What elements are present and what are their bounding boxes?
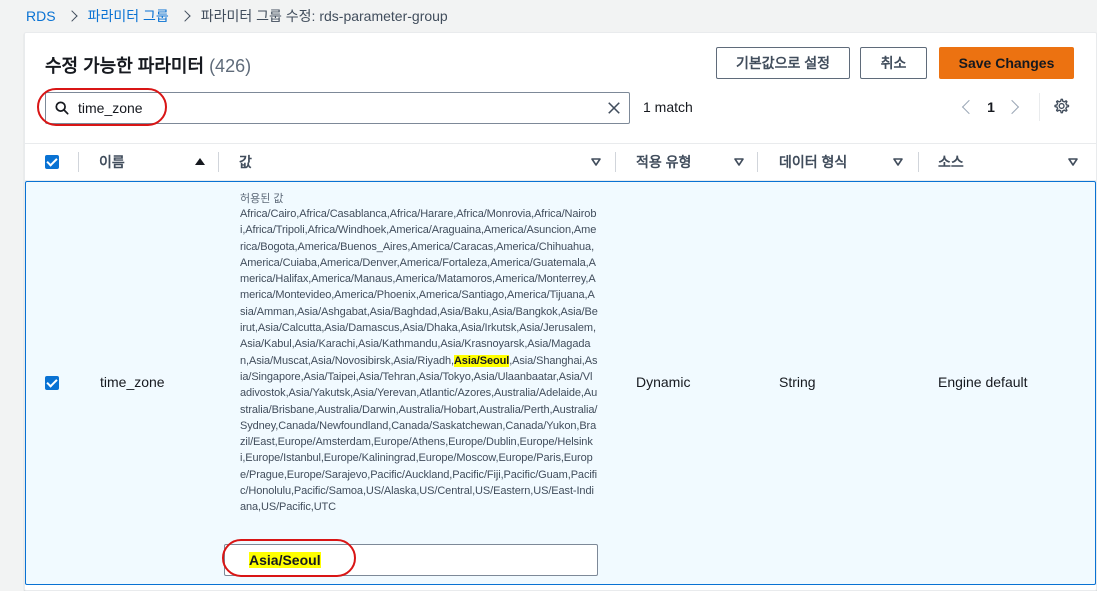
column-header-label: 적용 유형 [636,154,692,170]
allowed-values-text: ,Asia/Shanghai,Asia/Singapore,Asia/Taipe… [240,354,598,514]
parameters-panel: 수정 가능한 파라미터 (426) 기본값으로 설정 취소 Save Chang… [24,32,1097,591]
allowed-values-list: Africa/Cairo,Africa/Casablanca,Africa/Ha… [240,206,598,516]
apply-type: Dynamic [636,374,691,390]
chevron-left-icon[interactable] [957,95,977,119]
data-type: String [779,374,816,390]
chevron-right-icon [68,6,76,26]
select-all-checkbox[interactable] [45,155,59,169]
table-header: 이름 값 적용 유형 데이터 형식 소스 [25,143,1096,181]
column-header-label: 소스 [938,154,964,170]
allowed-value-match-highlight: Asia/Seoul [453,354,510,367]
column-divider [918,152,919,172]
column-header-label: 값 [239,154,252,170]
source: Engine default [938,374,1028,390]
column-header-value[interactable]: 값 [239,144,609,180]
parameter-value: Asia/Seoul [249,552,321,568]
breadcrumb: RDS 파라미터 그룹 파라미터 그룹 수정: rds-parameter-gr… [26,6,448,26]
sort-descending-icon [1068,158,1078,166]
row-checkbox[interactable] [45,376,59,390]
column-header-name[interactable]: 이름 [99,144,215,180]
gear-icon[interactable] [1052,97,1070,115]
breadcrumb-current: 파라미터 그룹 수정: rds-parameter-group [200,8,448,24]
breadcrumb-parameter-groups-link[interactable]: 파라미터 그룹 [88,6,169,26]
column-header-data-type[interactable]: 데이터 형식 [779,144,914,180]
column-header-apply-type[interactable]: 적용 유형 [636,144,751,180]
column-header-source[interactable]: 소스 [938,144,1083,180]
sort-descending-icon [734,158,744,166]
column-divider [218,152,219,172]
search-input[interactable] [78,93,598,123]
chevron-right-icon[interactable] [1005,95,1025,119]
table-row[interactable]: time_zone 허용된 값 Africa/Cairo,Africa/Casa… [25,181,1096,585]
search-field[interactable] [45,92,630,124]
allowed-values-label: 허용된 값 [240,193,284,205]
column-header-label: 이름 [99,154,125,170]
breadcrumb-rds-link[interactable]: RDS [26,8,56,24]
column-divider [757,152,758,172]
column-divider [78,152,79,172]
page-number[interactable]: 1 [977,99,1005,115]
column-divider [615,152,616,172]
parameter-count: (426) [209,56,252,76]
sort-descending-icon [591,158,601,166]
parameter-value-input[interactable]: Asia/Seoul [224,544,598,576]
panel-title-text: 수정 가능한 파라미터 [45,56,205,76]
pager-divider [1039,93,1040,121]
close-icon[interactable] [607,101,621,115]
search-icon [55,101,69,115]
sort-ascending-icon [195,158,205,165]
chevron-right-icon [181,6,189,26]
pagination: 1 [957,95,1025,119]
save-changes-button[interactable]: Save Changes [939,47,1074,79]
allowed-values-text: Africa/Cairo,Africa/Casablanca,Africa/Ha… [240,208,598,367]
match-count: 1 match [643,99,693,115]
sort-descending-icon [893,158,903,166]
page-title: 수정 가능한 파라미터 (426) [45,52,251,78]
column-header-label: 데이터 형식 [779,154,848,170]
parameter-name: time_zone [100,374,165,390]
reset-to-default-button[interactable]: 기본값으로 설정 [716,47,850,79]
cancel-button[interactable]: 취소 [860,47,927,79]
